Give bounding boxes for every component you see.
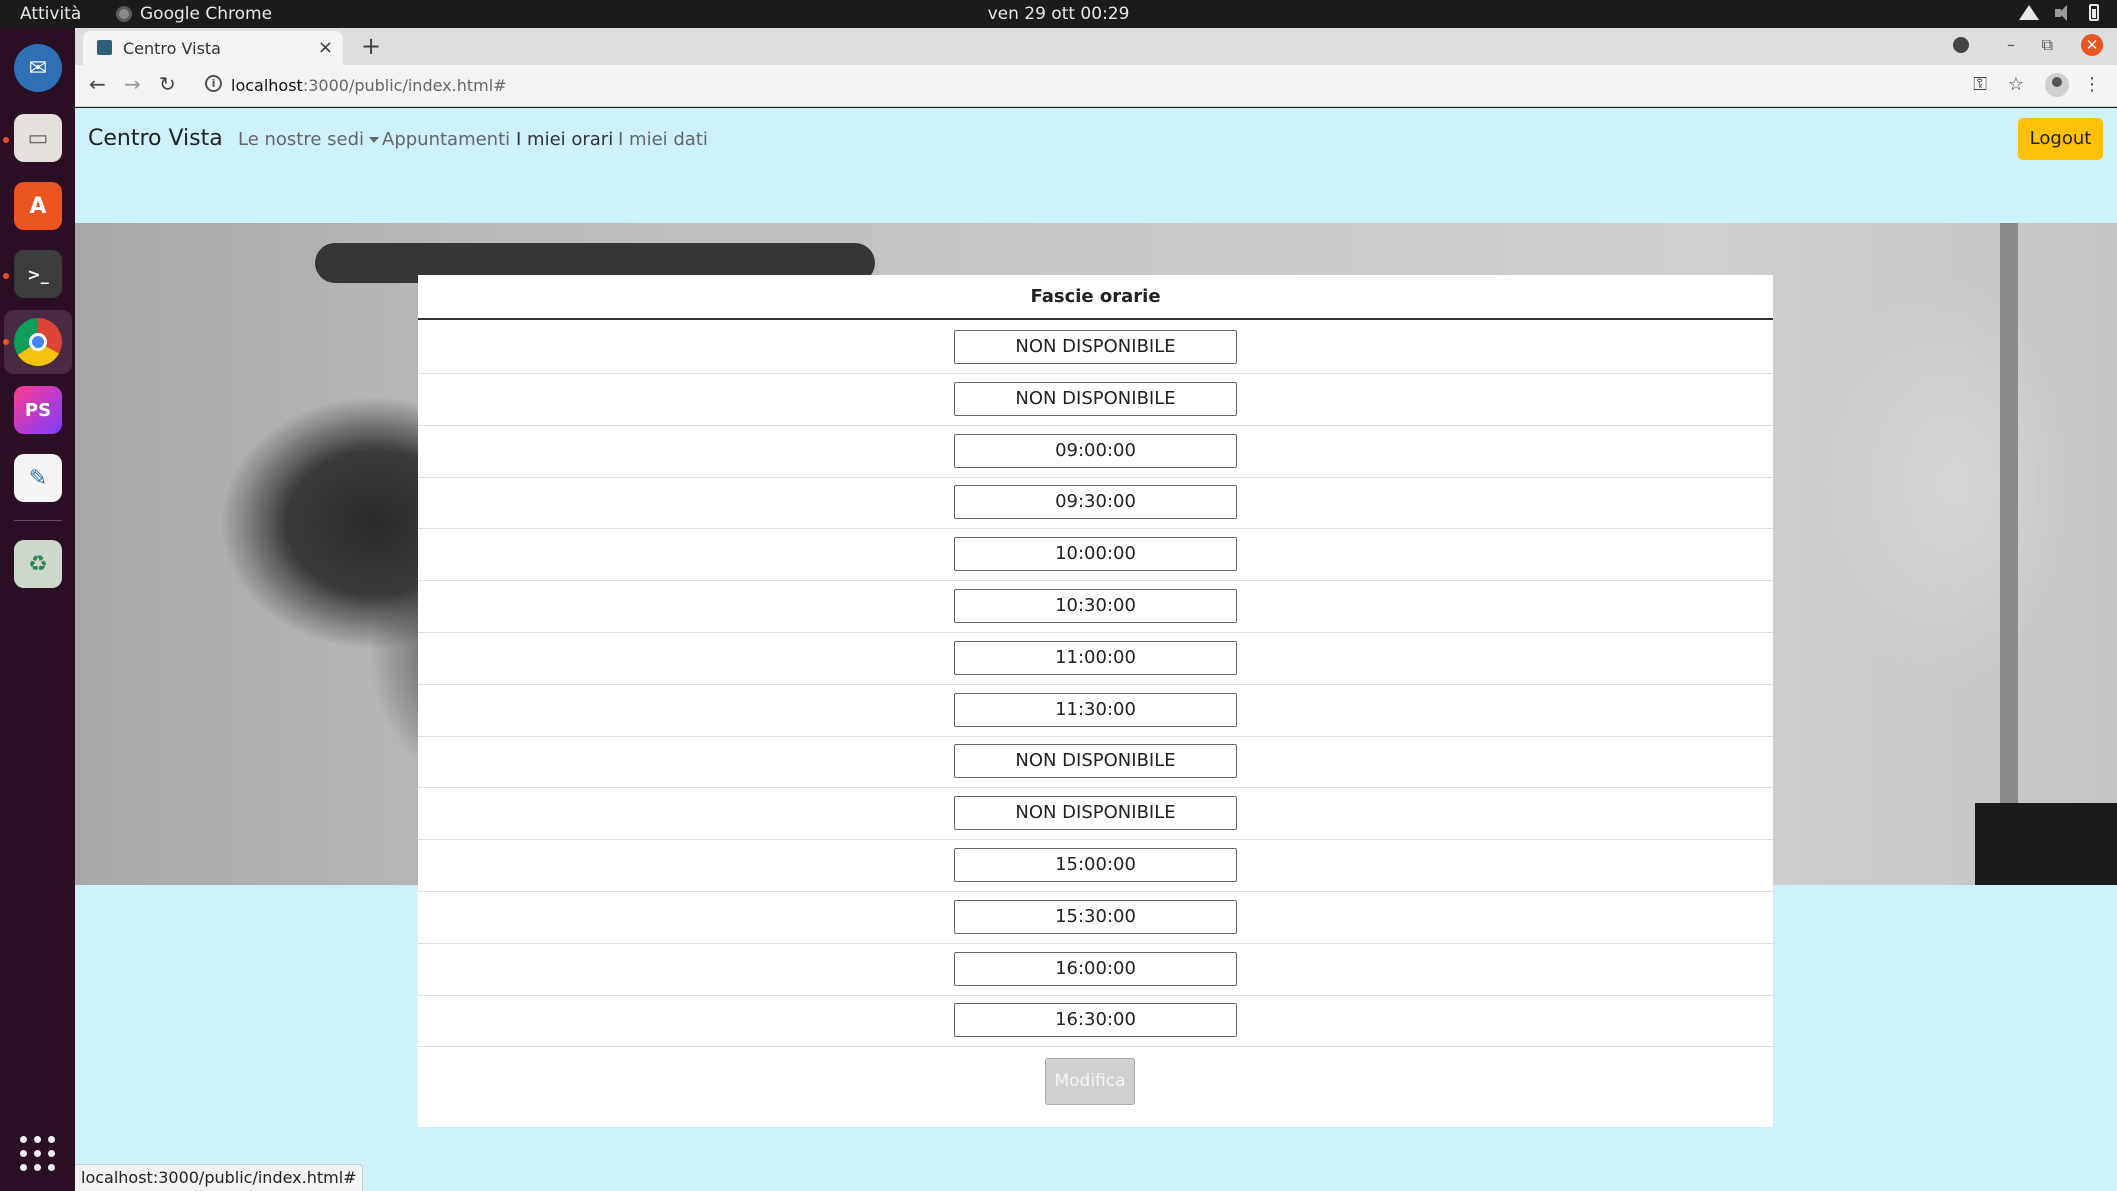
time-slot-button[interactable]: NON DISPONIBILE xyxy=(954,744,1237,779)
table-row: NON DISPONIBILE xyxy=(418,322,1773,374)
time-slots-table: Fascie orarie NON DISPONIBILE NON DISPONI… xyxy=(418,275,1773,1127)
system-tray[interactable] xyxy=(2019,4,2099,21)
reload-icon[interactable]: ↻ xyxy=(159,72,176,96)
tab-centro-vista[interactable]: Centro Vista × xyxy=(83,31,343,65)
table-row: 16:30:00 xyxy=(418,995,1773,1048)
time-slot-button[interactable]: 09:00:00 xyxy=(954,433,1237,468)
chrome-icon[interactable] xyxy=(14,318,62,366)
volume-icon xyxy=(2055,4,2073,21)
time-slot-button[interactable]: 11:00:00 xyxy=(954,640,1237,675)
tab-close-icon[interactable]: × xyxy=(318,37,333,58)
tab-strip: Centro Vista × + – ⧉ ✕ xyxy=(75,28,2117,65)
table-row: 11:00:00 xyxy=(418,633,1773,685)
system-top-bar: Attività Google Chrome ven 29 ott 00:29 xyxy=(0,0,2117,28)
kebab-menu-icon[interactable]: ⋮ xyxy=(2083,74,2101,95)
text-editor-icon[interactable]: ✎ xyxy=(14,454,62,502)
running-indicator xyxy=(3,273,9,279)
new-tab-button[interactable]: + xyxy=(361,32,381,60)
time-slot-button[interactable]: NON DISPONIBILE xyxy=(954,796,1237,831)
back-arrow-icon[interactable]: ← xyxy=(89,72,106,96)
table-header: Fascie orarie xyxy=(418,275,1773,320)
clock[interactable]: ven 29 ott 00:29 xyxy=(0,4,2117,24)
time-slot-button[interactable]: NON DISPONIBILE xyxy=(954,381,1237,416)
bookmark-star-icon[interactable]: ☆ xyxy=(2008,74,2024,95)
nav-link-appuntamenti[interactable]: Appuntamenti xyxy=(382,129,510,150)
time-slot-button[interactable]: 16:30:00 xyxy=(954,1003,1237,1038)
time-slot-button[interactable]: 15:00:00 xyxy=(954,848,1237,882)
tab-title: Centro Vista xyxy=(123,39,221,58)
time-slot-button[interactable]: 11:30:00 xyxy=(954,692,1237,727)
address-bar[interactable]: i localhost:3000/public/index.html# xyxy=(197,69,1997,101)
table-row: 15:30:00 xyxy=(418,892,1773,944)
terminal-icon[interactable]: >_ xyxy=(14,250,62,298)
table-row: 09:00:00 xyxy=(418,426,1773,478)
running-indicator xyxy=(3,339,9,345)
time-slot-button[interactable]: NON DISPONIBILE xyxy=(954,330,1237,364)
time-slot-button[interactable]: 10:00:00 xyxy=(954,537,1237,572)
url-path: :3000/public/index.html# xyxy=(302,76,507,95)
status-bubble: localhost:3000/public/index.html# xyxy=(75,1164,363,1191)
hero-shape xyxy=(1975,803,2117,885)
table-row: 11:30:00 xyxy=(418,685,1773,737)
files-icon[interactable]: ▭ xyxy=(14,114,62,162)
logout-button[interactable]: Logout xyxy=(2018,118,2103,160)
nav-dropdown-le-nostre-sedi[interactable]: Le nostre sedi xyxy=(238,129,380,150)
show-apps-icon[interactable] xyxy=(20,1136,56,1172)
time-slot-button[interactable]: 10:30:00 xyxy=(954,589,1237,623)
profile-avatar-icon[interactable] xyxy=(2045,73,2069,97)
url-text: localhost:3000/public/index.html# xyxy=(231,76,507,95)
site-info-icon[interactable]: i xyxy=(205,75,222,92)
time-slot-button[interactable]: 16:00:00 xyxy=(954,951,1237,986)
time-slot-button[interactable]: 15:30:00 xyxy=(954,899,1237,934)
url-host: localhost xyxy=(231,76,303,95)
page-viewport: Centro Vista Le nostre sedi Appuntamenti… xyxy=(75,108,2117,1191)
dock-separator xyxy=(14,520,62,521)
tab-search-icon[interactable] xyxy=(1953,37,1969,53)
hero-shape xyxy=(2000,223,2018,803)
time-slot-button[interactable]: 09:30:00 xyxy=(954,485,1237,520)
window-close-icon[interactable]: ✕ xyxy=(2081,34,2103,56)
table-row: NON DISPONIBILE xyxy=(418,736,1773,789)
modifica-button[interactable]: Modifica xyxy=(1045,1058,1135,1105)
wifi-icon xyxy=(2019,4,2039,21)
dock: ✉ ▭ A >_ PS ✎ ♻ xyxy=(0,28,75,1191)
nav-link-label: Le nostre sedi xyxy=(238,129,365,150)
brand-link[interactable]: Centro Vista xyxy=(88,126,223,151)
table-row: 10:30:00 xyxy=(418,581,1773,633)
forward-arrow-icon[interactable]: → xyxy=(124,72,141,96)
table-row: NON DISPONIBILE xyxy=(418,374,1773,426)
thunderbird-icon[interactable]: ✉ xyxy=(14,44,62,92)
caret-down-icon xyxy=(369,137,380,143)
site-navbar: Centro Vista Le nostre sedi Appuntamenti… xyxy=(75,108,2117,168)
key-icon[interactable]: ⚿ xyxy=(1973,74,1987,95)
battery-icon xyxy=(2089,4,2099,21)
table-row: 10:00:00 xyxy=(418,529,1773,582)
minimize-icon[interactable]: – xyxy=(2007,35,2015,54)
table-row: 16:00:00 xyxy=(418,944,1773,996)
running-indicator xyxy=(3,137,9,143)
nav-link-i-miei-orari[interactable]: I miei orari xyxy=(516,129,613,150)
restore-icon[interactable]: ⧉ xyxy=(2042,35,2053,55)
nav-link-i-miei-dati[interactable]: I miei dati xyxy=(618,129,708,150)
browser-toolbar: ← → ↻ i localhost:3000/public/index.html… xyxy=(75,65,2117,107)
table-row: NON DISPONIBILE xyxy=(418,788,1773,841)
table-row: 09:30:00 xyxy=(418,477,1773,530)
favicon-icon xyxy=(97,40,112,55)
software-icon[interactable]: A xyxy=(14,182,62,230)
phpstorm-icon[interactable]: PS xyxy=(14,386,62,434)
table-row: 15:00:00 xyxy=(418,840,1773,892)
trash-icon[interactable]: ♻ xyxy=(14,540,62,588)
